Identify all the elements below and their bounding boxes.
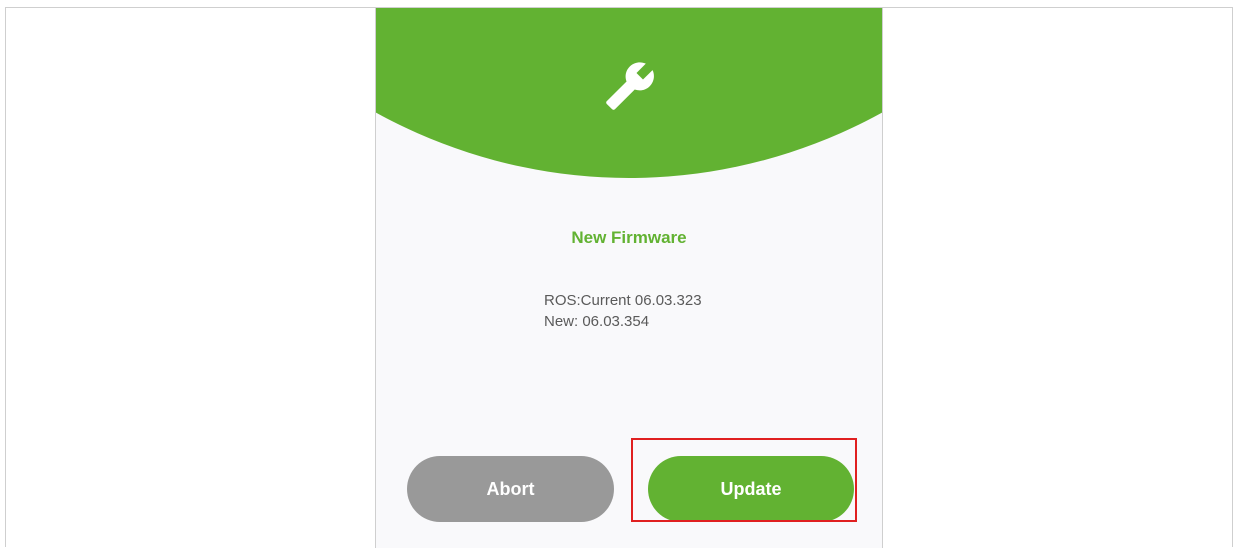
new-version-text: New: 06.03.354 <box>544 313 650 330</box>
screenshot-frame: New Firmware ROS:Current 06.03.323 New: … <box>5 7 1233 548</box>
update-button[interactable]: Update <box>648 456 854 522</box>
version-info: ROS:Current 06.03.323 New: 06.03.354 <box>544 290 702 332</box>
wrench-icon <box>606 62 654 110</box>
abort-button[interactable]: Abort <box>407 456 614 522</box>
dialog-title: New Firmware <box>571 228 687 247</box>
firmware-dialog: New Firmware ROS:Current 06.03.323 New: … <box>375 8 883 548</box>
current-version-text: ROS:Current 06.03.323 <box>544 292 702 309</box>
